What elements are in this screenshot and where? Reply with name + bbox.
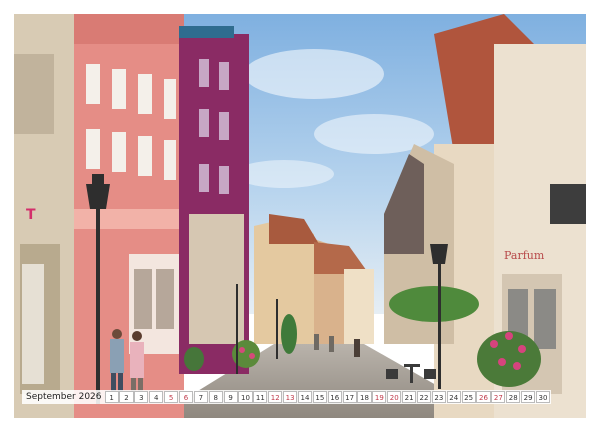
month-label: September 2026 (26, 392, 102, 402)
day-cell: 15 (312, 391, 327, 403)
day-cell: 24 (446, 391, 461, 403)
day-cell: 2 (119, 391, 134, 403)
day-cell: 17 (342, 391, 357, 403)
day-cell: 13 (283, 391, 298, 403)
day-cell: 11 (253, 391, 268, 403)
day-cell: 16 (327, 391, 342, 403)
day-cell: 10 (238, 391, 253, 403)
day-cell: 7 (193, 391, 208, 403)
day-cell: 20 (387, 391, 402, 403)
day-cell: 14 (297, 391, 313, 403)
day-cell: 19 (372, 391, 387, 403)
svg-text:T: T (26, 207, 36, 223)
day-cell: 26 (476, 391, 491, 403)
day-cell: 28 (506, 391, 521, 403)
day-cell: 6 (178, 391, 194, 403)
day-cell: 21 (402, 391, 417, 403)
shop-sign: Parfum (504, 249, 545, 262)
day-cell: 8 (208, 391, 223, 403)
day-cell: 27 (491, 391, 506, 403)
day-cell: 18 (357, 391, 372, 403)
day-cell: 12 (268, 391, 283, 403)
day-cell: 23 (431, 391, 446, 403)
day-cell: 1 (104, 391, 119, 403)
day-cell: 29 (521, 391, 536, 403)
day-cell: 4 (149, 391, 164, 403)
day-cell: 5 (164, 391, 179, 403)
day-cell: 25 (461, 391, 476, 403)
day-cells: 1 2 3 4 5 6 7 8 9 10 11 12 13 14 15 16 17 18 19 20 21 22 23 24 2… (104, 390, 551, 404)
day-cell: 9 (223, 391, 238, 403)
day-cell: 22 (416, 391, 432, 403)
street-photo: T Parfum (14, 14, 586, 418)
day-cell: 3 (134, 391, 149, 403)
day-cell: 30 (535, 391, 551, 403)
calendar-strip: September 2026 1 2 3 4 5 6 7 8 9 10 11 12 13 14 15 16 17… (22, 390, 551, 404)
